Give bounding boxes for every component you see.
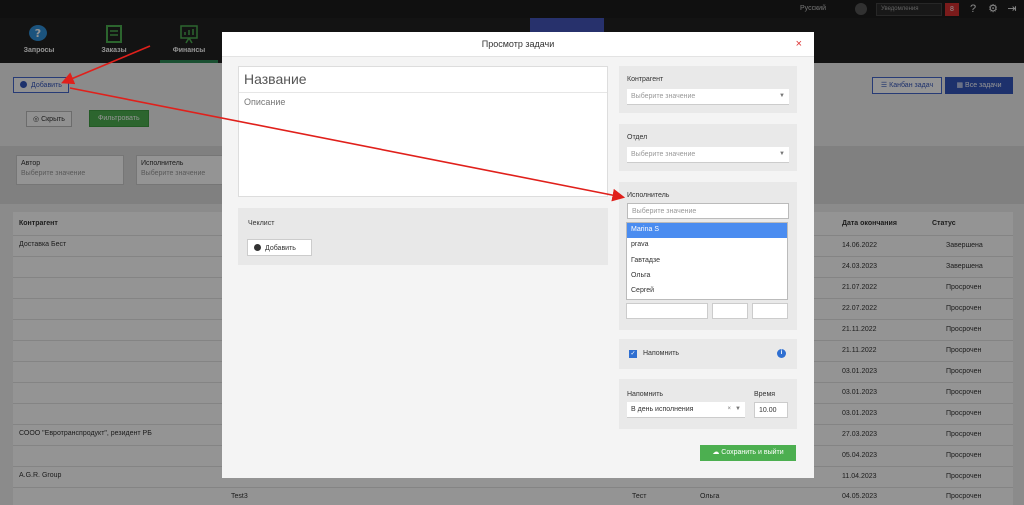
clear-icon[interactable]: ×: [727, 406, 731, 412]
info-icon[interactable]: i: [777, 349, 786, 358]
date-input[interactable]: [626, 303, 708, 319]
executor-label: Исполнитель: [627, 192, 670, 199]
department-label: Отдел: [627, 134, 648, 141]
executor-option[interactable]: Marina S: [627, 223, 787, 238]
minute-input[interactable]: [752, 303, 788, 319]
contractor-panel: Контрагент Выберите значение ▼: [619, 66, 797, 113]
time-label: Время: [754, 391, 776, 398]
remind-panel: ✓ Напомнить i: [619, 339, 797, 369]
checklist-label: Чеклист: [248, 220, 275, 227]
close-icon[interactable]: ×: [796, 32, 802, 57]
remind-when-label: Напомнить: [627, 391, 664, 398]
executor-search-input[interactable]: Выберите значение: [627, 203, 789, 219]
divider: [239, 92, 607, 93]
reminder-time-panel: Напомнить Время В день исполнения × ▼ 10.0…: [619, 379, 797, 429]
modal-title: Просмотр задачи: [481, 39, 555, 49]
save-and-exit-button[interactable]: ☁ Сохранить и выйти: [700, 445, 796, 461]
checklist-section: Чеклист Добавить: [238, 208, 608, 265]
contractor-label: Контрагент: [627, 76, 664, 83]
modal-header: Просмотр задачи ×: [222, 32, 814, 57]
caret-down-icon: ▼: [779, 151, 785, 157]
task-view-modal: Просмотр задачи × Название Описание Чекл…: [222, 32, 814, 478]
task-description-input[interactable]: Описание: [244, 97, 285, 107]
department-panel: Отдел Выберите значение ▼: [619, 124, 797, 171]
remind-checkbox[interactable]: ✓: [629, 350, 637, 358]
task-editor: Название Описание: [238, 66, 608, 197]
task-name-input[interactable]: Название: [244, 71, 307, 87]
time-input[interactable]: 10.00: [754, 402, 788, 418]
executor-option[interactable]: Гавтадзе: [627, 254, 787, 269]
hour-input[interactable]: [712, 303, 748, 319]
contractor-select[interactable]: Выберите значение ▼: [627, 89, 789, 105]
remind-when-select[interactable]: В день исполнения × ▼: [627, 402, 745, 418]
executor-option[interactable]: Сергей: [627, 284, 787, 299]
executor-option[interactable]: prava: [627, 238, 787, 253]
caret-down-icon: ▼: [735, 406, 741, 412]
cloud-upload-icon: ☁: [712, 449, 722, 456]
plus-circle-icon: [254, 244, 261, 251]
remind-label: Напомнить: [643, 350, 680, 357]
caret-down-icon: ▼: [779, 93, 785, 99]
executor-option[interactable]: Ольга: [627, 269, 787, 284]
checklist-add-button[interactable]: Добавить: [247, 239, 312, 256]
department-select[interactable]: Выберите значение ▼: [627, 147, 789, 163]
executor-dropdown: Marina S prava Гавтадзе Ольга Сергей: [626, 222, 788, 300]
